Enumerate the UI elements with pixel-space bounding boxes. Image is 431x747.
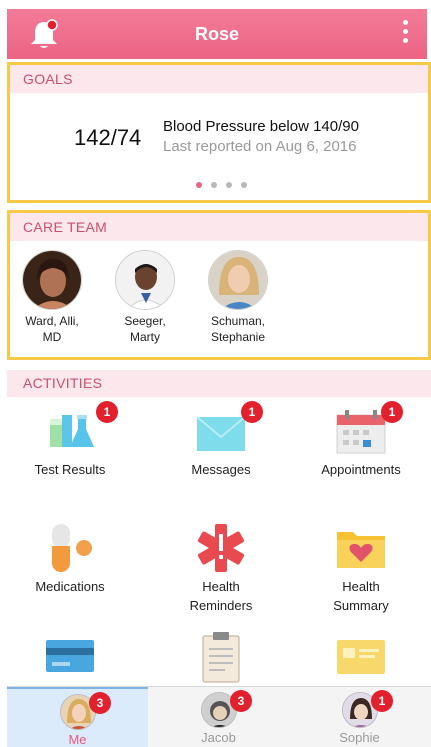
care-team-heading: CARE TEAM [10, 213, 428, 241]
tab-sophie[interactable]: 1 Sophie [289, 687, 430, 747]
calendar-icon: 1 [333, 401, 403, 457]
member-name-line1: Seeger, [124, 314, 166, 328]
bell-icon[interactable] [29, 19, 59, 51]
tile-label: Appointments [321, 462, 401, 477]
goal-title: Blood Pressure below 140/90 [163, 118, 359, 135]
tile-label: Medications [35, 579, 105, 594]
tile-questionnaires[interactable] [151, 632, 291, 687]
pill-icon [42, 522, 98, 574]
care-team-member[interactable]: Ward, Alli, MD [10, 250, 94, 345]
tab-label: Sophie [339, 730, 380, 745]
tab-label: Me [68, 732, 87, 747]
tile-label-line1: Health [342, 579, 380, 594]
notification-badge: 1 [381, 401, 403, 423]
tile-billing[interactable] [0, 632, 140, 687]
page-dot[interactable] [241, 182, 247, 188]
test-tubes-icon: 1 [42, 401, 118, 457]
page-dot[interactable] [211, 182, 217, 188]
tile-medications[interactable]: Medications [0, 522, 140, 596]
notification-badge: 1 [96, 401, 118, 423]
page-title: Rose [194, 23, 239, 44]
kebab-menu-icon[interactable] [401, 20, 409, 48]
member-name-line2: MD [42, 330, 62, 344]
goal-card[interactable]: 142/74 Blood Pressure below 140/90 Last … [10, 115, 428, 155]
activities-heading: ACTIVITIES [7, 370, 431, 397]
tile-health-reminders[interactable]: Health Reminders [151, 522, 291, 615]
tile-health-summary[interactable]: Health Summary [291, 522, 431, 615]
member-name-line2: Stephanie [210, 330, 266, 344]
tile-insurance[interactable] [291, 632, 431, 687]
tab-me[interactable]: 3 Me [7, 687, 148, 747]
notification-badge: 1 [371, 690, 393, 712]
medical-alert-icon [193, 522, 249, 574]
goal-last-reported: Last reported on Aug 6, 2016 [163, 138, 357, 155]
member-name-line1: Schuman, [210, 314, 266, 328]
care-team-member[interactable]: Schuman, Stephanie [196, 250, 280, 345]
page-dot[interactable] [196, 182, 202, 188]
goal-value: 142/74 [74, 125, 142, 150]
notification-badge: 3 [230, 690, 252, 712]
care-team-panel: CARE TEAM Ward, Alli, MD Seeger, Marty S… [7, 210, 431, 360]
tab-jacob[interactable]: 3 Jacob [148, 687, 289, 747]
notification-badge: 3 [89, 692, 111, 714]
tile-messages[interactable]: 1 Messages [151, 401, 291, 479]
avatar [22, 250, 82, 310]
avatar [208, 250, 268, 310]
tile-label-line2: Summary [333, 598, 389, 613]
tile-label-line1: Health [202, 579, 240, 594]
app-header: Rose [7, 9, 427, 59]
tab-label: Jacob [201, 730, 236, 745]
profile-tab-bar: 3 Me 3 Jacob 1 Sophie [7, 686, 431, 747]
tile-test-results[interactable]: 1 Test Results [0, 401, 140, 479]
page-dot[interactable] [226, 182, 232, 188]
care-team-member[interactable]: Seeger, Marty [103, 250, 187, 345]
tile-label: Test Results [34, 462, 106, 477]
envelope-icon: 1 [193, 401, 263, 457]
heart-folder-icon [333, 522, 389, 574]
member-name-line2: Marty [130, 330, 160, 344]
id-card-icon [333, 632, 389, 684]
goals-heading: GOALS [10, 65, 428, 93]
tile-label: Messages [191, 462, 251, 477]
clipboard-icon [193, 632, 249, 684]
tile-appointments[interactable]: 1 Appointments [291, 401, 431, 479]
tile-label-line2: Reminders [189, 598, 253, 613]
goals-panel[interactable]: GOALS 142/74 Blood Pressure below 140/90… [7, 62, 431, 203]
avatar [115, 250, 175, 310]
notification-badge: 1 [241, 401, 263, 423]
member-name-line1: Ward, Alli, [25, 314, 79, 328]
goals-page-indicator[interactable] [196, 182, 247, 188]
credit-card-icon [42, 632, 98, 684]
